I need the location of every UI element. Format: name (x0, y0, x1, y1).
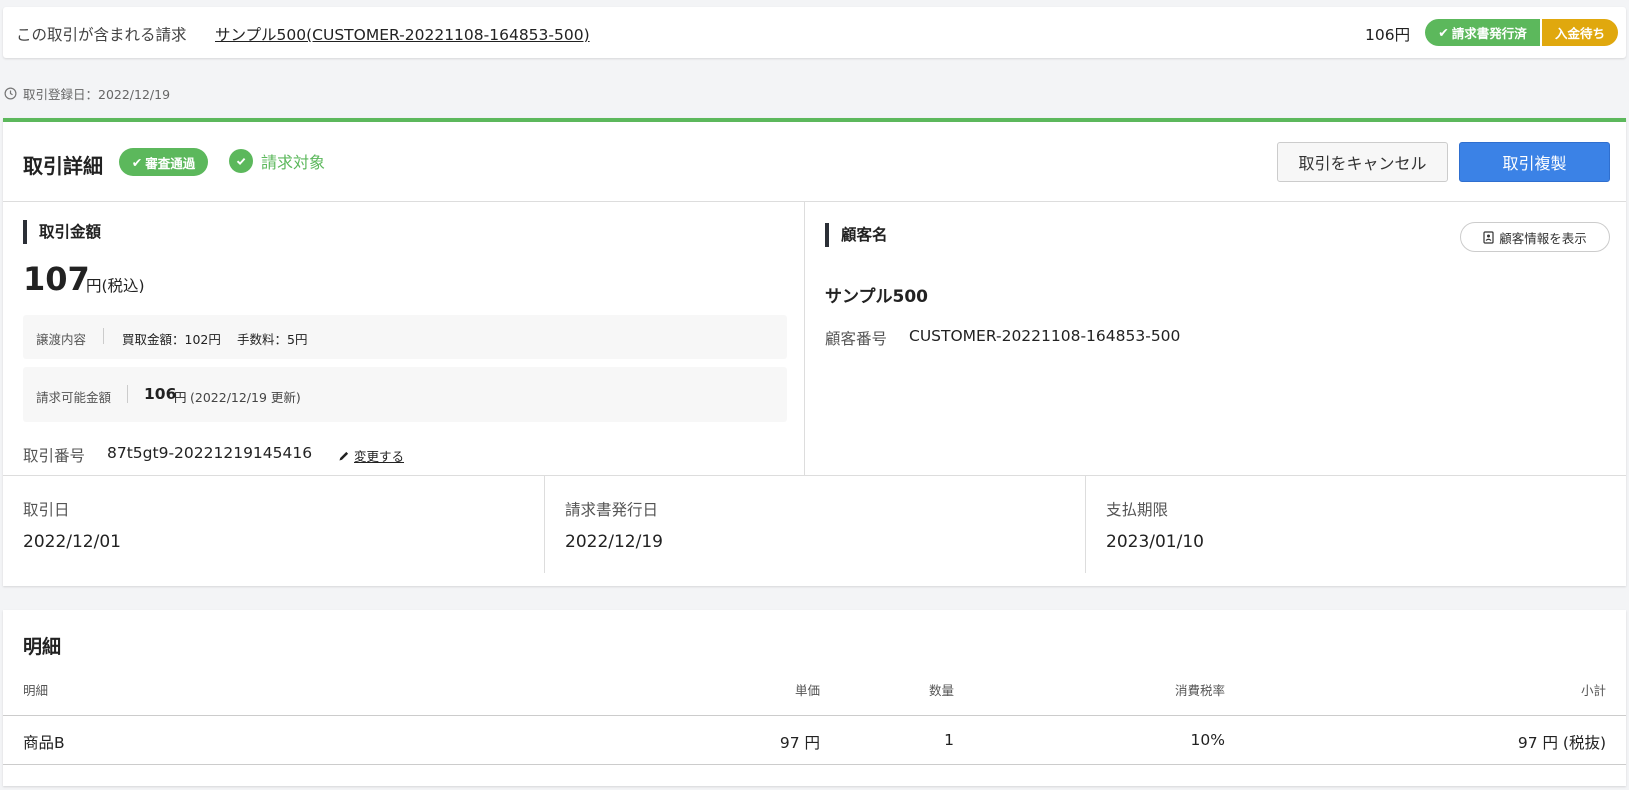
billing-target-status: 請求対象 (229, 149, 325, 173)
divider (103, 328, 104, 344)
invoice-issued-badge: ✔ 請求書発行済 (1425, 19, 1540, 46)
divider (3, 715, 1626, 716)
header-unit-price: 単価 (794, 683, 820, 698)
item-unit-price: 97 円 (779, 734, 820, 752)
contact-card-icon (1483, 230, 1494, 244)
change-deal-number-link[interactable]: 変更する (338, 446, 404, 465)
invoice-date-cell: 請求書発行日 2022/12/19 (545, 476, 1086, 573)
amount-section-label: 取引金額 (23, 220, 101, 244)
customer-section-label: 顧客名 (825, 223, 888, 247)
transfer-box: 譲渡内容 買取金額：102円 手数料：5円 (23, 315, 787, 359)
customer-pane: 顧客名 顧客情報を表示 サンプル500 顧客番号 CUSTOMER-202211… (805, 202, 1626, 475)
dates-row: 取引日 2022/12/01 請求書発行日 2022/12/19 支払期限 20… (3, 475, 1626, 573)
divider (127, 385, 128, 403)
payment-waiting-badge: 入金待ち (1542, 19, 1618, 46)
page-title: 取引詳細 (23, 154, 103, 178)
registration-date: 取引登録日：2022/12/19 (4, 84, 170, 103)
fee-amount: 手数料：5円 (237, 332, 308, 347)
item-name: 商品B (23, 734, 65, 752)
billable-unit: 円 (174, 390, 187, 405)
item-tax-rate: 10% (1190, 731, 1225, 749)
header-subtotal: 小計 (1580, 683, 1606, 698)
review-approved-badge: ✔ 審査通過 (119, 148, 208, 176)
billable-box: 請求可能金額 106 円 (2022/12/19 更新) (23, 367, 787, 422)
item-subtotal: 97 円 (税抜) (1517, 734, 1606, 752)
billing-target-label: 請求対象 (261, 153, 326, 172)
billable-value: 106 (144, 385, 177, 403)
deal-number-label: 取引番号 (23, 447, 86, 465)
deal-date-cell: 取引日 2022/12/01 (3, 476, 545, 573)
billing-link[interactable]: サンプル500(CUSTOMER-20221108-164853-500) (215, 23, 590, 45)
deal-detail-card: 取引詳細 ✔ 審査通過 請求対象 取引をキャンセル 取引複製 取引金額 107 … (3, 118, 1626, 586)
show-customer-button[interactable]: 顧客情報を表示 (1460, 222, 1610, 252)
check-icon: ✔ (1438, 25, 1449, 40)
header-item: 明細 (23, 683, 49, 698)
billing-bar: この取引が含まれる請求 サンプル500(CUSTOMER-20221108-16… (3, 7, 1626, 58)
cancel-deal-button[interactable]: 取引をキャンセル (1277, 142, 1448, 182)
billable-note: (2022/12/19 更新) (190, 390, 301, 405)
amount-unit: 円(税込) (86, 277, 145, 295)
header-quantity: 数量 (928, 683, 954, 698)
due-date-value: 2023/01/10 (1106, 532, 1204, 552)
due-date-cell: 支払期限 2023/01/10 (1086, 476, 1626, 573)
check-icon: ✔ (131, 154, 143, 170)
review-approved-label: 審査通過 (145, 155, 196, 171)
pencil-icon (339, 451, 349, 460)
transfer-label: 譲渡内容 (36, 332, 87, 347)
line-items-title: 明細 (23, 636, 62, 658)
billing-label: この取引が含まれる請求 (16, 26, 187, 44)
item-quantity: 1 (944, 731, 954, 749)
billable-label: 請求可能金額 (36, 390, 112, 405)
due-date-label: 支払期限 (1106, 501, 1169, 519)
invoice-issued-label: 請求書発行済 (1451, 26, 1527, 41)
customer-name: サンプル500 (825, 287, 928, 307)
amount-pane: 取引金額 107 円(税込) 譲渡内容 買取金額：102円 手数料：5円 請求可… (3, 202, 805, 475)
clock-icon (4, 87, 17, 100)
deal-detail-header: 取引詳細 ✔ 審査通過 請求対象 取引をキャンセル 取引複製 (3, 122, 1626, 202)
line-items-card: 明細 明細 単価 数量 消費税率 小計 商品B 97 円 1 10% 97 円 … (3, 610, 1626, 786)
amount-value: 107 (23, 260, 90, 298)
deal-date-value: 2022/12/01 (23, 532, 121, 552)
change-deal-number-label: 変更する (354, 449, 405, 464)
check-circle-icon (229, 149, 253, 173)
invoice-date-value: 2022/12/19 (565, 532, 663, 552)
customer-number-value: CUSTOMER-20221108-164853-500 (909, 327, 1181, 345)
deal-number-value: 87t5gt9-20221219145416 (107, 444, 313, 462)
purchase-amount: 買取金額：102円 (122, 332, 221, 347)
registration-date-text: 取引登録日：2022/12/19 (23, 87, 171, 102)
show-customer-label: 顧客情報を表示 (1499, 230, 1587, 246)
divider (3, 764, 1626, 765)
duplicate-deal-button[interactable]: 取引複製 (1459, 142, 1610, 182)
invoice-date-label: 請求書発行日 (565, 501, 659, 519)
customer-number-label: 顧客番号 (825, 330, 888, 348)
billing-amount: 106円 (1365, 26, 1411, 44)
deal-date-label: 取引日 (23, 501, 70, 519)
header-tax-rate: 消費税率 (1174, 683, 1225, 698)
